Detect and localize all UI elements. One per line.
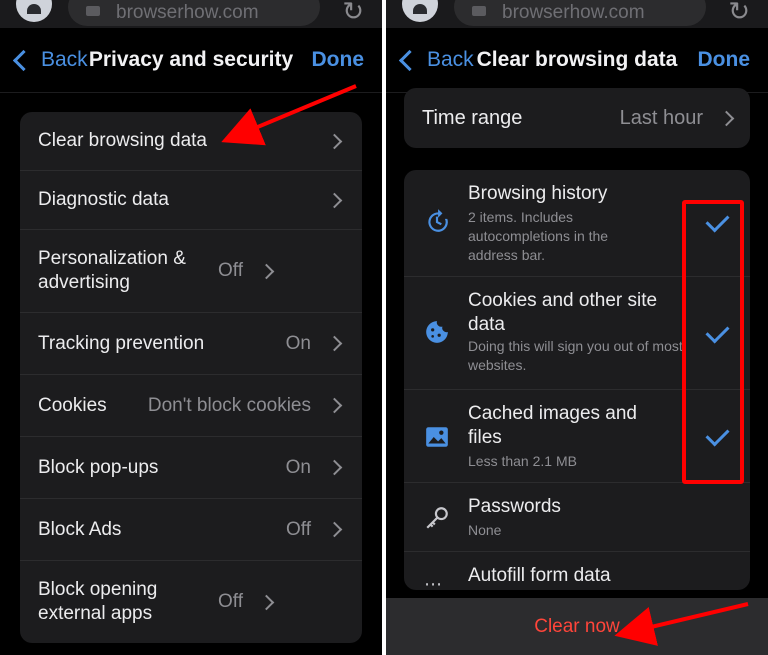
chevron-right-icon — [326, 521, 343, 538]
item-desc: None — [468, 522, 502, 538]
time-range-value: Last hour — [619, 106, 703, 129]
row-block-ads[interactable]: Block Ads Off — [20, 499, 362, 561]
row-block-external-apps[interactable]: Block opening external apps Off — [20, 561, 362, 643]
row-label: Block Ads — [38, 518, 122, 540]
row-cookies[interactable]: Cookies Don't block cookies — [20, 375, 362, 437]
chevron-right-icon — [326, 133, 343, 149]
profile-avatar[interactable] — [16, 0, 52, 22]
row-label: Tracking prevention — [38, 332, 205, 354]
row-value: On — [285, 332, 311, 354]
reload-icon[interactable]: ↻ — [728, 0, 750, 24]
row-value: On — [285, 456, 311, 478]
item-name: Passwords — [468, 496, 561, 517]
time-range-row[interactable]: Time range Last hour — [404, 88, 750, 148]
key-icon — [426, 507, 448, 529]
row-value: Off — [218, 260, 243, 281]
history-icon — [428, 209, 448, 232]
done-button[interactable]: Done — [312, 48, 365, 72]
chevron-right-icon — [718, 110, 735, 126]
row-value: Don't block cookies — [147, 394, 311, 416]
privacy-security-screen: browserhow.com ↻ Back Privacy and securi… — [0, 0, 382, 655]
nav-header: Back Privacy and security Done — [0, 28, 382, 93]
item-passwords[interactable]: Passwords None — [404, 483, 750, 552]
item-desc: 2 items. Includes autocompletions in the… — [468, 209, 609, 263]
done-button[interactable]: Done — [698, 48, 751, 72]
clear-now-button[interactable]: Clear now — [386, 616, 768, 638]
address-bar[interactable]: browserhow.com — [68, 0, 320, 26]
row-block-popups[interactable]: Block pop-ups On — [20, 437, 362, 499]
reload-icon[interactable]: ↻ — [342, 0, 364, 24]
row-label: Diagnostic data — [38, 189, 169, 210]
item-desc: Doing this will sign you out of most web… — [468, 338, 683, 373]
browser-top-bar: browserhow.com ↻ — [386, 0, 768, 30]
item-name: Cookies and other site data — [468, 290, 658, 335]
bottom-action-bar: Clear now — [386, 598, 768, 655]
address-bar[interactable]: browserhow.com — [454, 0, 706, 26]
row-value: Off — [286, 518, 311, 540]
row-label: Block pop-ups — [38, 456, 159, 478]
autofill-icon: ⋯ — [424, 574, 442, 590]
row-diagnostic-data[interactable]: Diagnostic data — [20, 171, 362, 230]
settings-sheet: Back Privacy and security Done Clear bro… — [0, 28, 382, 655]
item-autofill[interactable]: ⋯ Autofill form data — [404, 552, 750, 590]
browser-top-bar: browserhow.com ↻ — [0, 0, 382, 30]
chevron-right-icon — [258, 263, 275, 279]
highlight-box — [682, 200, 744, 484]
profile-avatar[interactable] — [402, 0, 438, 22]
row-label: Personalization & advertising — [38, 248, 186, 293]
address-bar-url: browserhow.com — [502, 2, 645, 23]
time-range-label: Time range — [422, 106, 523, 129]
chevron-right-icon — [326, 335, 343, 352]
row-personalization[interactable]: Personalization & advertising Off — [20, 230, 362, 313]
lock-icon — [86, 6, 100, 16]
item-name: Cached images and files — [468, 403, 637, 448]
image-icon — [426, 427, 448, 447]
row-label: Block opening external apps — [38, 579, 158, 624]
cookie-icon — [426, 321, 448, 343]
privacy-settings-list: Clear browsing data Diagnostic data Pers… — [20, 112, 362, 643]
row-value: Off — [218, 591, 243, 612]
item-name: Autofill form data — [468, 565, 611, 586]
row-clear-browsing-data[interactable]: Clear browsing data — [20, 112, 362, 171]
nav-header: Back Clear browsing data Done — [386, 28, 768, 93]
row-label: Cookies — [38, 394, 107, 416]
address-bar-url: browserhow.com — [116, 2, 259, 23]
chevron-right-icon — [326, 397, 343, 414]
row-label: Clear browsing data — [38, 130, 207, 151]
item-name: Browsing history — [468, 183, 608, 204]
chevron-right-icon — [258, 594, 275, 610]
lock-icon — [472, 6, 486, 16]
row-tracking-prevention[interactable]: Tracking prevention On — [20, 313, 362, 375]
chevron-right-icon — [326, 192, 343, 208]
chevron-right-icon — [326, 459, 343, 476]
